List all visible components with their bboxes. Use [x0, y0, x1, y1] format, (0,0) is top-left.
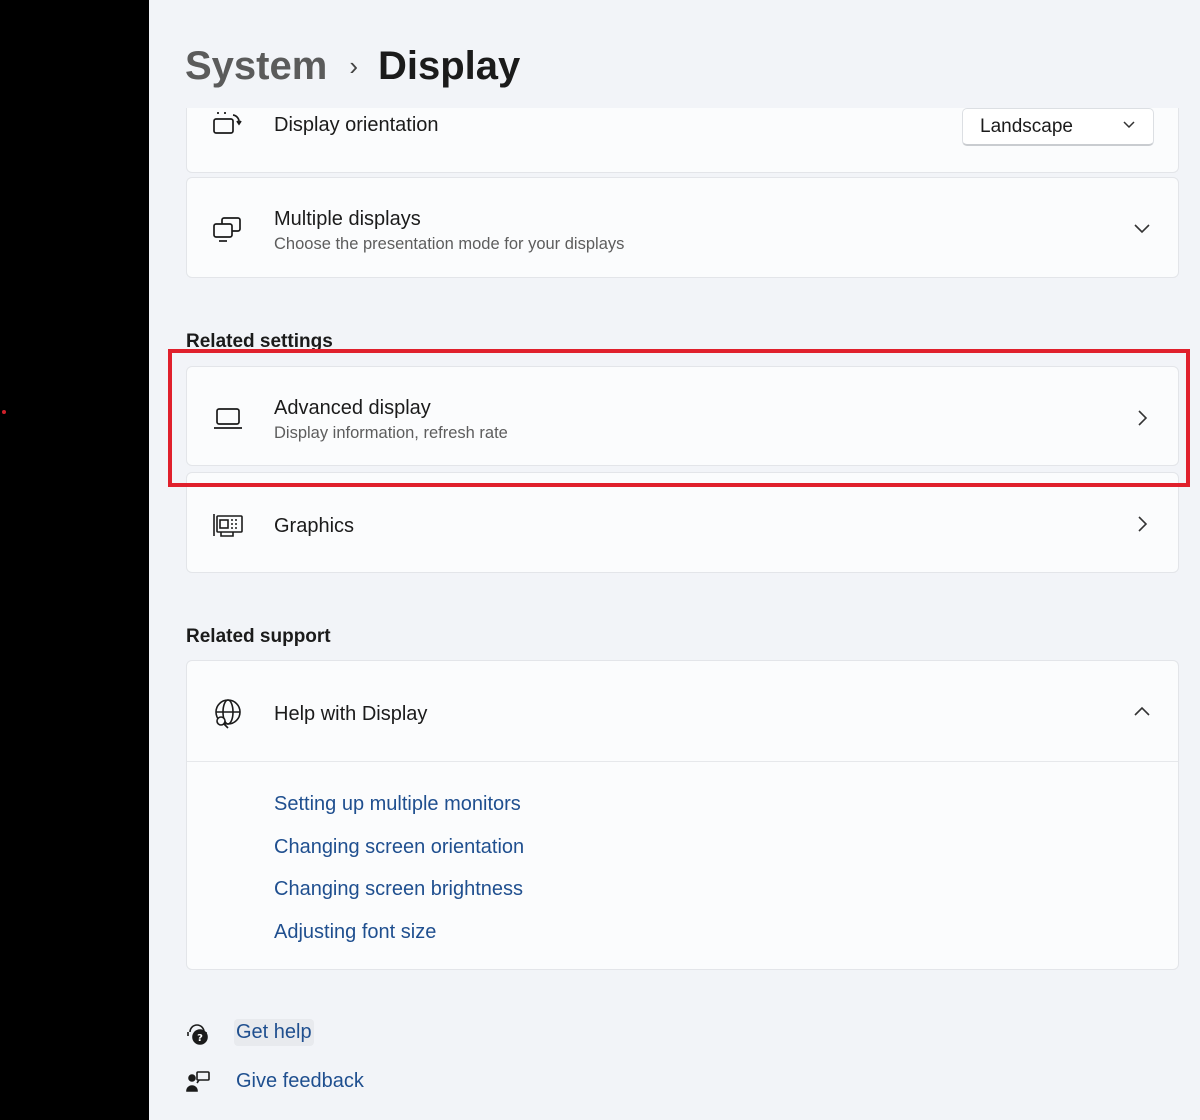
svg-text:?: ?: [197, 1033, 203, 1044]
multiple-displays-label: Multiple displays: [274, 208, 421, 230]
feedback-icon: [185, 1069, 211, 1095]
help-link-screen-brightness[interactable]: Changing screen brightness: [274, 868, 524, 911]
breadcrumb-system[interactable]: System: [185, 44, 327, 89]
help-with-display-label[interactable]: Help with Display: [274, 703, 427, 726]
breadcrumb: System › Display: [185, 38, 520, 94]
help-link-multiple-monitors[interactable]: Setting up multiple monitors: [274, 783, 524, 826]
orientation-dropdown[interactable]: Landscape: [962, 108, 1154, 146]
get-help-link[interactable]: Get help: [234, 1019, 314, 1046]
related-support-heading: Related support: [186, 626, 331, 647]
multiple-displays-row[interactable]: Multiple displays Choose the presentatio…: [186, 177, 1179, 278]
help-with-display-panel: Help with Display Setting up multiple mo…: [186, 660, 1179, 970]
give-feedback-item: Give feedback: [185, 1068, 366, 1095]
left-black-strip: [0, 0, 149, 1120]
chevron-down-icon: [1121, 116, 1137, 138]
help-chat-icon: ?: [185, 1020, 211, 1046]
breadcrumb-separator: ›: [349, 50, 358, 81]
graphics-label: Graphics: [274, 515, 355, 537]
highlight-box: [168, 349, 1190, 487]
help-links-list: Setting up multiple monitors Changing sc…: [274, 783, 524, 953]
page-title: Display: [377, 43, 521, 88]
chevron-right-icon: [1130, 512, 1154, 536]
graphics-card-icon: [211, 508, 245, 542]
help-divider: [187, 761, 1178, 762]
get-help-item: ? Get help: [185, 1019, 314, 1046]
settings-main-pane: System › Display Display orientation Lan…: [149, 0, 1200, 1120]
display-orientation-label: Display orientation: [274, 114, 439, 136]
chevron-down-icon[interactable]: [1130, 216, 1154, 240]
give-feedback-link[interactable]: Give feedback: [234, 1068, 366, 1095]
red-marker: [2, 410, 6, 414]
orientation-dropdown-value: Landscape: [980, 115, 1073, 137]
globe-search-icon: [211, 696, 245, 730]
display-orientation-row: Display orientation Landscape: [186, 108, 1179, 173]
help-link-font-size[interactable]: Adjusting font size: [274, 911, 524, 954]
orientation-icon: [211, 108, 245, 142]
help-link-screen-orientation[interactable]: Changing screen orientation: [274, 826, 524, 869]
chevron-up-icon[interactable]: [1130, 700, 1154, 724]
multiple-displays-description: Choose the presentation mode for your di…: [274, 235, 625, 253]
multiple-displays-icon: [211, 212, 245, 246]
graphics-row[interactable]: Graphics: [186, 472, 1179, 573]
